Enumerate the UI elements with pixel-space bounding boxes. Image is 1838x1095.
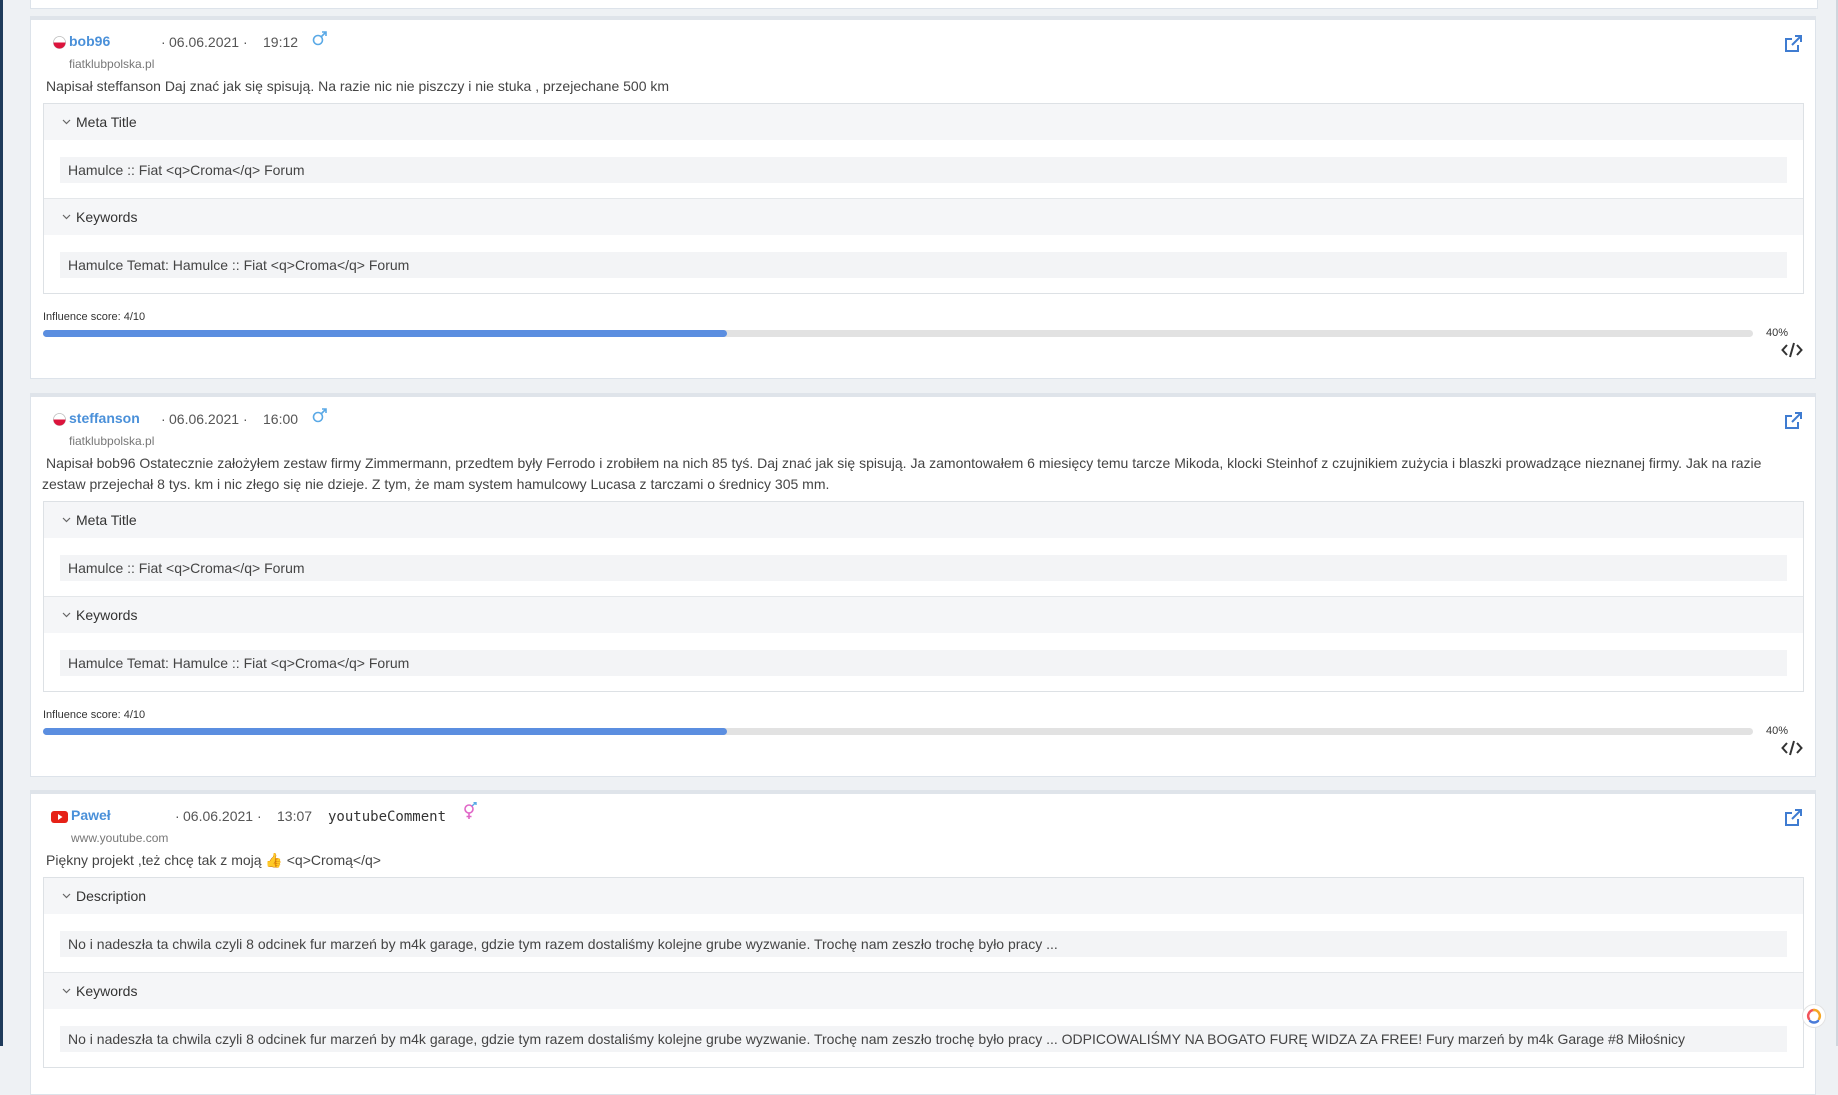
left-sidebar-edge — [0, 0, 3, 1046]
details-accordion: Meta Title Hamulce :: Fiat <q>Croma</q> … — [43, 103, 1804, 294]
accordion-body: Hamulce :: Fiat <q>Croma</q> Forum — [44, 538, 1803, 596]
accordion-header-description[interactable]: Description — [44, 878, 1803, 914]
chevron-down-icon — [62, 214, 71, 220]
accordion-body: No i nadeszła ta chwila czyli 8 odcinek … — [44, 1009, 1803, 1067]
accordion-label: Meta Title — [76, 114, 137, 130]
accordion-label: Keywords — [76, 983, 138, 999]
mention-text: Piękny projekt ,też chcę tak z moją 👍 <q… — [46, 852, 381, 868]
chevron-down-icon — [62, 893, 71, 899]
influence-progress-fill — [43, 728, 727, 735]
post-time: 13:07 — [277, 808, 313, 824]
accordion-label: Meta Title — [76, 512, 137, 528]
post-date: 06.06.2021 — [169, 34, 240, 50]
influence-score-label: Influence score: 4/10 — [43, 311, 146, 323]
youtube-icon — [51, 811, 68, 823]
chevron-down-icon — [62, 612, 71, 618]
post-date: 06.06.2021 — [183, 808, 254, 824]
influence-section: Influence score: 4/10 40% — [31, 294, 1815, 378]
mention-header: steffanson · 06.06.2021 · 16:00 fiatklub… — [31, 397, 1815, 448]
influence-progress-bar — [43, 330, 1753, 337]
accordion-header-keywords[interactable]: Keywords — [44, 596, 1803, 633]
influence-percent: 40% — [1765, 327, 1788, 339]
chevron-down-icon — [62, 119, 71, 125]
separator: · — [243, 411, 248, 427]
accordion-label: Keywords — [76, 209, 138, 225]
source-domain[interactable]: fiatklubpolska.pl — [69, 434, 154, 448]
female-icon — [464, 802, 477, 819]
author-name[interactable]: Paweł — [71, 807, 111, 823]
mention-type: youtubeComment — [328, 809, 447, 825]
chevron-down-icon — [62, 517, 71, 523]
source-domain[interactable]: fiatklubpolska.pl — [69, 57, 154, 71]
separator: · — [175, 808, 180, 824]
accordion-body: Hamulce :: Fiat <q>Croma</q> Forum — [44, 140, 1803, 198]
keywords-value: Hamulce Temat: Hamulce :: Fiat <q>Croma<… — [60, 252, 1787, 278]
author-name[interactable]: bob96 — [69, 33, 110, 49]
mention-card: Paweł · 06.06.2021 · 13:07 youtubeCommen… — [30, 790, 1816, 1095]
accordion-header-keywords[interactable]: Keywords — [44, 198, 1803, 235]
external-link-icon[interactable] — [1783, 411, 1803, 431]
post-time: 16:00 — [263, 411, 299, 427]
code-icon[interactable] — [1781, 340, 1803, 360]
mention-text: Napisał steffanson Daj znać jak się spis… — [46, 78, 670, 94]
code-icon[interactable] — [1781, 738, 1803, 758]
accordion-header-keywords[interactable]: Keywords — [44, 972, 1803, 1009]
separator: · — [161, 411, 166, 427]
accordion-label: Keywords — [76, 607, 138, 623]
mention-header: bob96 · 06.06.2021 · 19:12 fiatklubpolsk… — [31, 20, 1815, 71]
source-domain[interactable]: www.youtube.com — [71, 831, 168, 845]
details-accordion: Description No i nadeszła ta chwila czyl… — [43, 877, 1804, 1068]
keywords-value: No i nadeszła ta chwila czyli 8 odcinek … — [60, 1026, 1787, 1052]
influence-section: Influence score: 4/10 40% — [31, 692, 1815, 776]
accordion-header-meta-title[interactable]: Meta Title — [44, 104, 1803, 140]
details-accordion: Meta Title Hamulce :: Fiat <q>Croma</q> … — [43, 501, 1804, 692]
separator: · — [161, 34, 166, 50]
external-link-icon[interactable] — [1783, 808, 1803, 828]
poland-flag-icon — [53, 413, 66, 426]
influence-percent: 40% — [1765, 725, 1788, 737]
meta-title-value: Hamulce :: Fiat <q>Croma</q> Forum — [60, 555, 1787, 581]
male-icon — [312, 408, 327, 423]
accordion-body: No i nadeszła ta chwila czyli 8 odcinek … — [44, 914, 1803, 972]
author-name[interactable]: steffanson — [69, 410, 140, 426]
accordion-header-meta-title[interactable]: Meta Title — [44, 502, 1803, 538]
external-link-icon[interactable] — [1783, 34, 1803, 54]
mention-header: Paweł · 06.06.2021 · 13:07 youtubeCommen… — [31, 794, 1815, 845]
mention-card: bob96 · 06.06.2021 · 19:12 fiatklubpolsk… — [30, 16, 1816, 379]
poland-flag-icon — [53, 36, 66, 49]
influence-progress-fill — [43, 330, 727, 337]
influence-progress-bar — [43, 728, 1753, 735]
post-time: 19:12 — [263, 34, 299, 50]
male-icon — [312, 31, 327, 46]
mention-text: Napisał bob96 Ostatecznie założyłem zest… — [42, 455, 1762, 492]
previous-card-edge — [30, 0, 1818, 9]
accordion-body: Hamulce Temat: Hamulce :: Fiat <q>Croma<… — [44, 235, 1803, 293]
influence-score-label: Influence score: 4/10 — [43, 709, 146, 721]
app-logo-icon[interactable] — [1802, 1004, 1826, 1028]
keywords-value: Hamulce Temat: Hamulce :: Fiat <q>Croma<… — [60, 650, 1787, 676]
meta-title-value: Hamulce :: Fiat <q>Croma</q> Forum — [60, 157, 1787, 183]
accordion-label: Description — [76, 888, 147, 904]
separator: · — [243, 34, 248, 50]
description-value: No i nadeszła ta chwila czyli 8 odcinek … — [60, 931, 1787, 957]
accordion-body: Hamulce Temat: Hamulce :: Fiat <q>Croma<… — [44, 633, 1803, 691]
mention-card: steffanson · 06.06.2021 · 16:00 fiatklub… — [30, 393, 1816, 777]
post-date: 06.06.2021 — [169, 411, 240, 427]
separator: · — [257, 808, 262, 824]
chevron-down-icon — [62, 988, 71, 994]
